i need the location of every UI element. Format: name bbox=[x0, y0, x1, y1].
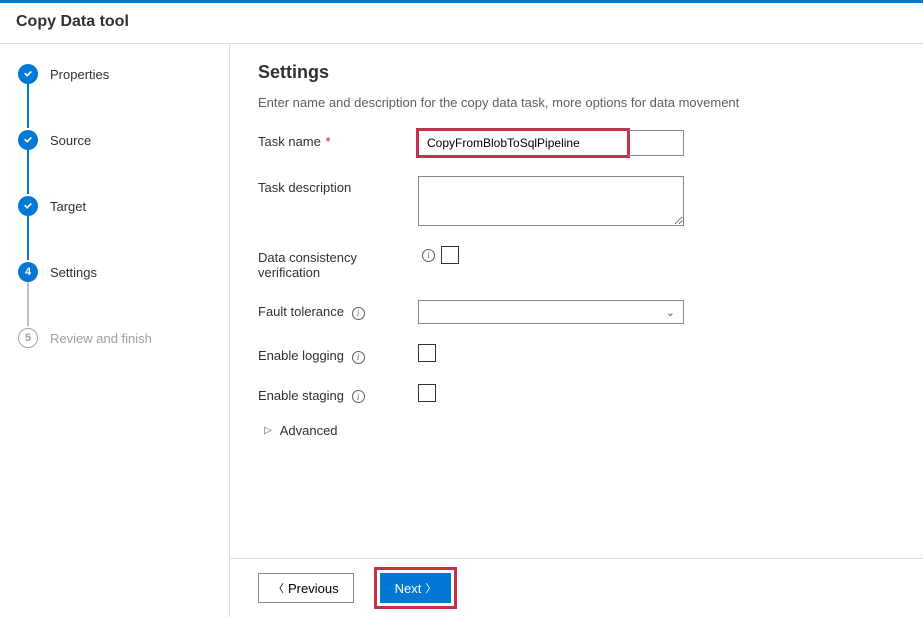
section-subtitle: Enter name and description for the copy … bbox=[258, 95, 895, 110]
step-connector bbox=[27, 84, 29, 128]
step-review: 5 Review and finish bbox=[18, 326, 221, 350]
label-data-consistency: Data consistency verification bbox=[258, 246, 418, 280]
info-icon[interactable]: i bbox=[352, 307, 365, 320]
page-title: Copy Data tool bbox=[16, 13, 907, 31]
step-label: Target bbox=[50, 199, 86, 214]
step-label: Settings bbox=[50, 265, 97, 280]
step-target[interactable]: Target bbox=[18, 194, 221, 218]
step-connector bbox=[27, 216, 29, 260]
body: Properties Source Target bbox=[0, 44, 923, 617]
task-name-input[interactable] bbox=[418, 130, 628, 156]
step-properties[interactable]: Properties bbox=[18, 62, 221, 86]
step-label: Properties bbox=[50, 67, 109, 82]
required-asterisk: * bbox=[326, 134, 331, 149]
info-icon[interactable]: i bbox=[352, 351, 365, 364]
label-fault-tolerance: Fault tolerance i bbox=[258, 300, 418, 320]
checkmark-icon bbox=[18, 196, 38, 216]
checkmark-icon bbox=[18, 130, 38, 150]
previous-button[interactable]: 〈 Previous bbox=[258, 573, 354, 603]
row-task-description: Task description bbox=[258, 176, 895, 226]
chevron-down-icon: ⌄ bbox=[666, 306, 675, 319]
chevron-right-icon: 〉 bbox=[425, 580, 436, 596]
step-connector bbox=[27, 282, 29, 326]
enable-logging-checkbox[interactable] bbox=[418, 344, 436, 362]
main-panel: Settings Enter name and description for … bbox=[230, 44, 923, 617]
checkmark-icon bbox=[18, 64, 38, 84]
row-fault-tolerance: Fault tolerance i ⌄ bbox=[258, 300, 895, 324]
info-icon[interactable]: i bbox=[352, 390, 365, 403]
data-consistency-checkbox[interactable] bbox=[441, 246, 459, 264]
advanced-toggle[interactable]: ▷ Advanced bbox=[258, 423, 895, 438]
label-enable-staging: Enable staging i bbox=[258, 384, 418, 404]
label-task-description: Task description bbox=[258, 176, 418, 195]
step-connector bbox=[27, 150, 29, 194]
advanced-label: Advanced bbox=[280, 423, 338, 438]
step-number-icon: 4 bbox=[18, 262, 38, 282]
step-number-icon: 5 bbox=[18, 328, 38, 348]
fault-tolerance-select[interactable]: ⌄ bbox=[418, 300, 684, 324]
row-enable-logging: Enable logging i bbox=[258, 344, 895, 364]
row-enable-staging: Enable staging i bbox=[258, 384, 895, 404]
app-root: Copy Data tool Properties Source bbox=[0, 0, 923, 617]
info-icon[interactable]: i bbox=[422, 249, 435, 262]
chevron-left-icon: 〈 bbox=[273, 580, 284, 596]
step-label: Review and finish bbox=[50, 331, 152, 346]
task-description-input[interactable] bbox=[418, 176, 684, 226]
footer-bar: 〈 Previous Next 〉 bbox=[230, 558, 923, 617]
row-data-consistency: Data consistency verification i bbox=[258, 246, 895, 280]
step-source[interactable]: Source bbox=[18, 128, 221, 152]
step-settings[interactable]: 4 Settings bbox=[18, 260, 221, 284]
next-button[interactable]: Next 〉 bbox=[380, 573, 452, 603]
enable-staging-checkbox[interactable] bbox=[418, 384, 436, 402]
header: Copy Data tool bbox=[0, 3, 923, 44]
row-task-name: Task name * bbox=[258, 130, 895, 156]
section-title: Settings bbox=[258, 62, 895, 83]
label-task-name: Task name * bbox=[258, 130, 418, 149]
content-area: Settings Enter name and description for … bbox=[230, 44, 923, 558]
label-enable-logging: Enable logging i bbox=[258, 344, 418, 364]
wizard-steps: Properties Source Target bbox=[18, 62, 221, 350]
wizard-sidebar: Properties Source Target bbox=[0, 44, 230, 617]
step-label: Source bbox=[50, 133, 91, 148]
task-name-input-extra[interactable] bbox=[628, 130, 684, 156]
chevron-right-icon: ▷ bbox=[264, 425, 272, 436]
